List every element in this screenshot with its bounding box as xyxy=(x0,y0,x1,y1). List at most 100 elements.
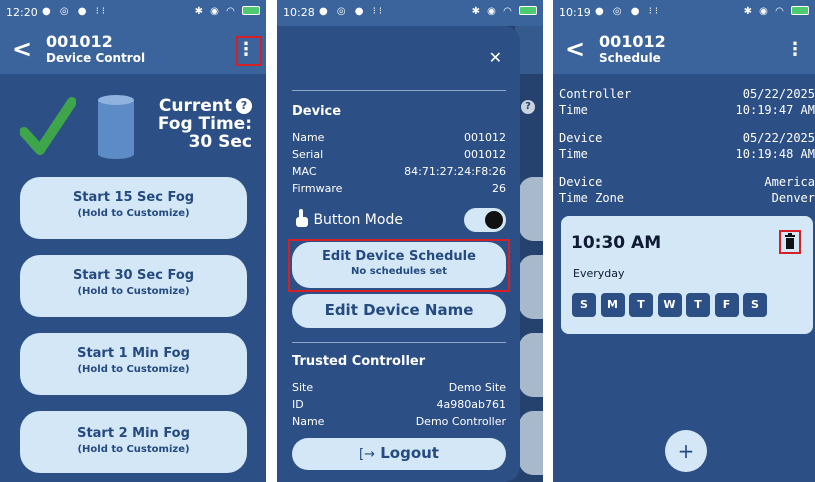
info-key: Device xyxy=(559,131,603,145)
row-key: ID xyxy=(292,398,304,411)
schedule-time: 10:30 AM xyxy=(571,233,662,253)
menu-highlight xyxy=(236,36,262,66)
day-monday[interactable]: M xyxy=(600,293,625,317)
notification-icons: ● ◎ ● ⁝⁝ xyxy=(319,6,386,17)
app-bar: < 001012 Device Control ⋮ xyxy=(0,26,266,74)
fog-button-label: Start 1 Min Fog xyxy=(77,346,190,361)
button-mode-row: Button Mode xyxy=(295,209,403,228)
info-key: Device xyxy=(559,175,603,189)
fog-button-label: Start 30 Sec Fog xyxy=(72,268,195,283)
row-key: MAC xyxy=(292,165,317,178)
close-icon[interactable]: ✕ xyxy=(489,48,502,67)
battery-icon xyxy=(242,6,260,15)
battery-icon xyxy=(791,6,809,15)
system-icons: ✱ ◉ ◠ xyxy=(472,6,537,17)
row-value: 001012 xyxy=(464,131,506,144)
row-key: Name xyxy=(292,131,325,144)
row-value: 4a980ab761 xyxy=(436,398,506,411)
help-icon[interactable]: ? xyxy=(236,98,252,114)
page-title: 001012 xyxy=(46,32,113,51)
info-value: 05/22/2025 xyxy=(742,131,815,145)
info-key: Controller xyxy=(559,87,632,101)
row-value: 26 xyxy=(492,182,506,195)
battery-icon xyxy=(519,6,537,15)
button-mode-toggle[interactable] xyxy=(464,208,506,232)
page-subtitle: Schedule xyxy=(599,51,661,65)
status-time: 10:28 xyxy=(283,6,315,19)
trash-icon xyxy=(785,233,795,249)
logout-icon: [→ xyxy=(359,447,375,462)
fog-tank-icon xyxy=(98,95,134,159)
day-tuesday[interactable]: T xyxy=(629,293,653,317)
add-schedule-button[interactable]: + xyxy=(665,430,707,472)
current-fog-line1: Current xyxy=(158,96,232,116)
logout-button[interactable]: [→ Logout xyxy=(292,438,506,470)
info-value: America xyxy=(764,175,815,189)
start-15-sec-fog-button[interactable]: Start 15 Sec Fog (Hold to Customize) xyxy=(20,177,247,239)
row-value: 001012 xyxy=(464,148,506,161)
row-value: 84:71:27:24:F8:26 xyxy=(404,165,506,178)
check-icon xyxy=(20,97,76,155)
day-sunday[interactable]: S xyxy=(572,293,596,317)
page-subtitle: Device Control xyxy=(46,51,146,65)
device-menu-screen: 10:28 ● ◎ ● ⁝⁝ ✱ ◉ ◠ ? ✕ Device Name 001… xyxy=(277,0,543,482)
edit-name-label: Edit Device Name xyxy=(324,301,474,319)
schedule-highlight xyxy=(288,239,510,292)
back-icon[interactable]: < xyxy=(565,35,585,63)
device-drawer: ✕ Device Name 001012 Serial 001012 MAC 8… xyxy=(277,26,520,482)
notification-icons: ● ◎ ● ⁝⁝ xyxy=(595,6,662,17)
pointer-hand-icon xyxy=(296,209,308,227)
divider xyxy=(292,90,506,91)
schedule-card[interactable]: 10:30 AM Everyday SMTWTFS xyxy=(561,216,813,334)
info-value: 10:19:48 AM xyxy=(735,147,815,161)
system-icons: ✱ ◉ ◠ xyxy=(744,6,809,17)
edit-device-name-button[interactable]: Edit Device Name xyxy=(292,294,506,328)
status-bar: 10:19 ● ◎ ● ⁝⁝ ✱ ◉ ◠ xyxy=(553,0,815,26)
info-value: 10:19:47 AM xyxy=(735,103,815,117)
row-key: Name xyxy=(292,415,325,428)
fog-button-hint: (Hold to Customize) xyxy=(77,364,190,375)
row-key: Firmware xyxy=(292,182,343,195)
dimmed-help-icon: ? xyxy=(521,100,535,114)
status-time: 10:19 xyxy=(559,6,591,19)
button-mode-label: Button Mode xyxy=(313,212,403,228)
schedule-repeat: Everyday xyxy=(573,267,625,280)
divider xyxy=(292,342,506,343)
status-bar: 10:28 ● ◎ ● ⁝⁝ ✱ ◉ ◠ xyxy=(277,0,543,26)
day-saturday[interactable]: S xyxy=(743,293,767,317)
fog-button-label: Start 2 Min Fog xyxy=(77,426,190,441)
dimmed-button xyxy=(519,255,543,319)
day-selector: SMTWTFS xyxy=(572,293,772,317)
status-time: 12:20 xyxy=(6,6,38,19)
fog-button-label: Start 15 Sec Fog xyxy=(72,190,195,205)
start-30-sec-fog-button[interactable]: Start 30 Sec Fog (Hold to Customize) xyxy=(20,255,247,317)
dimmed-button xyxy=(519,411,543,475)
logout-label: Logout xyxy=(380,444,439,462)
current-fog-line2: Fog Time: xyxy=(157,114,252,134)
info-value: 05/22/2025 xyxy=(742,87,815,101)
notification-icons: ● ◎ ● ⁝⁝ xyxy=(42,6,109,17)
trusted-controller-heading: Trusted Controller xyxy=(292,354,426,369)
row-value: Demo Controller xyxy=(415,415,506,428)
start-2-min-fog-button[interactable]: Start 2 Min Fog (Hold to Customize) xyxy=(20,411,247,473)
status-bar: 12:20 ● ◎ ● ⁝⁝ ✱ ◉ ◠ xyxy=(0,0,266,26)
row-value: Demo Site xyxy=(448,381,506,394)
day-thursday[interactable]: T xyxy=(686,293,710,317)
day-friday[interactable]: F xyxy=(714,293,739,317)
info-key: Time Zone xyxy=(559,191,625,205)
current-fog-value: 30 Sec xyxy=(188,132,252,152)
delete-schedule-button[interactable] xyxy=(779,230,801,254)
system-icons: ✱ ◉ ◠ xyxy=(195,6,260,17)
more-menu-icon[interactable]: ⋮ xyxy=(785,38,805,64)
fog-button-hint: (Hold to Customize) xyxy=(77,208,190,219)
back-icon[interactable]: < xyxy=(12,35,32,63)
toggle-knob xyxy=(485,211,503,229)
device-control-screen: 12:20 ● ◎ ● ⁝⁝ ✱ ◉ ◠ < 001012 Device Con… xyxy=(0,0,266,482)
fog-button-hint: (Hold to Customize) xyxy=(77,444,190,455)
info-key: Time xyxy=(559,147,588,161)
dimmed-button xyxy=(519,177,543,241)
start-1-min-fog-button[interactable]: Start 1 Min Fog (Hold to Customize) xyxy=(20,333,247,395)
row-key: Site xyxy=(292,381,314,394)
row-key: Serial xyxy=(292,148,324,161)
day-wednesday[interactable]: W xyxy=(657,293,682,317)
